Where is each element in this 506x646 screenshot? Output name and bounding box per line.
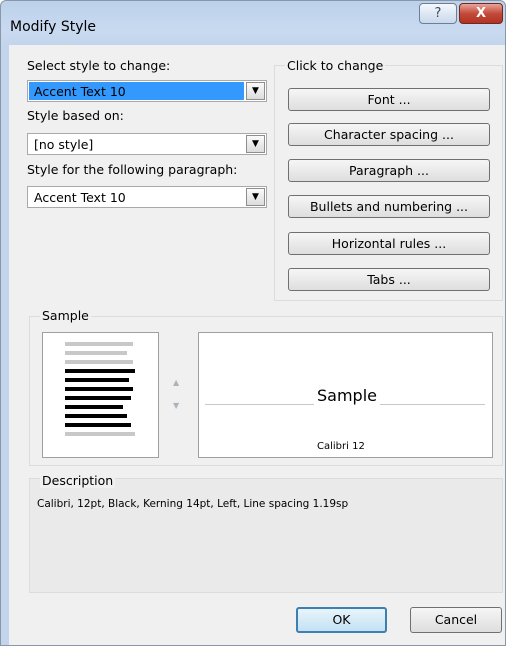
modify-style-dialog: Modify Style ? X Select style to change:… — [0, 0, 506, 646]
select-style-value: Accent Text 10 — [34, 84, 126, 99]
following-combo[interactable]: Accent Text 10 ▼ — [27, 186, 267, 208]
preview-line — [65, 423, 131, 427]
dialog-title: Modify Style — [10, 19, 97, 35]
sample-label: Sample — [40, 308, 91, 323]
following-value: Accent Text 10 — [34, 190, 126, 205]
ok-button[interactable]: OK — [296, 607, 387, 633]
preview-line — [65, 369, 135, 373]
description-area — [29, 478, 503, 593]
close-button[interactable]: X — [459, 3, 503, 24]
chevron-down-icon[interactable]: ▼ — [246, 82, 265, 100]
horizontal-rules-button[interactable]: Horizontal rules ... — [288, 232, 490, 255]
description-label: Description — [40, 473, 116, 488]
sample-text: Sample — [314, 386, 380, 405]
tabs-button[interactable]: Tabs ... — [288, 268, 490, 291]
chevron-down-icon[interactable]: ▼ — [246, 135, 265, 153]
description-text: Calibri, 12pt, Black, Kerning 14pt, Left… — [37, 498, 349, 510]
select-style-label: Select style to change: — [27, 58, 171, 73]
based-on-label: Style based on: — [27, 108, 124, 123]
preview-line — [65, 360, 133, 364]
help-button[interactable]: ? — [419, 3, 457, 24]
select-style-combo[interactable]: Accent Text 10 ▼ — [27, 80, 267, 102]
cancel-button[interactable]: Cancel — [410, 607, 502, 633]
font-button[interactable]: Font ... — [288, 88, 490, 111]
preview-line — [65, 342, 133, 346]
preview-line — [65, 414, 127, 418]
following-label: Style for the following paragraph: — [27, 162, 238, 177]
scroll-up-icon[interactable]: ▲ — [173, 378, 179, 387]
preview-line — [65, 405, 123, 409]
character-spacing-button[interactable]: Character spacing ... — [288, 123, 490, 146]
paragraph-preview — [42, 332, 159, 458]
based-on-combo[interactable]: [no style] ▼ — [27, 133, 267, 155]
paragraph-button[interactable]: Paragraph ... — [288, 159, 490, 182]
preview-line — [65, 378, 129, 382]
title-bar[interactable]: Modify Style ? X — [1, 1, 505, 45]
chevron-down-icon[interactable]: ▼ — [246, 188, 265, 206]
click-to-change-label: Click to change — [285, 58, 386, 73]
bullets-numbering-button[interactable]: Bullets and numbering ... — [288, 195, 490, 218]
preview-line — [65, 396, 131, 400]
preview-line — [65, 387, 133, 391]
based-on-value: [no style] — [34, 137, 94, 152]
dialog-body: Select style to change: Accent Text 10 ▼… — [9, 45, 505, 645]
scroll-down-icon[interactable]: ▼ — [173, 401, 179, 410]
preview-line — [65, 351, 127, 355]
font-preview: Sample Calibri 12 — [198, 332, 493, 458]
font-caption: Calibri 12 — [317, 441, 365, 452]
preview-line — [65, 432, 135, 436]
